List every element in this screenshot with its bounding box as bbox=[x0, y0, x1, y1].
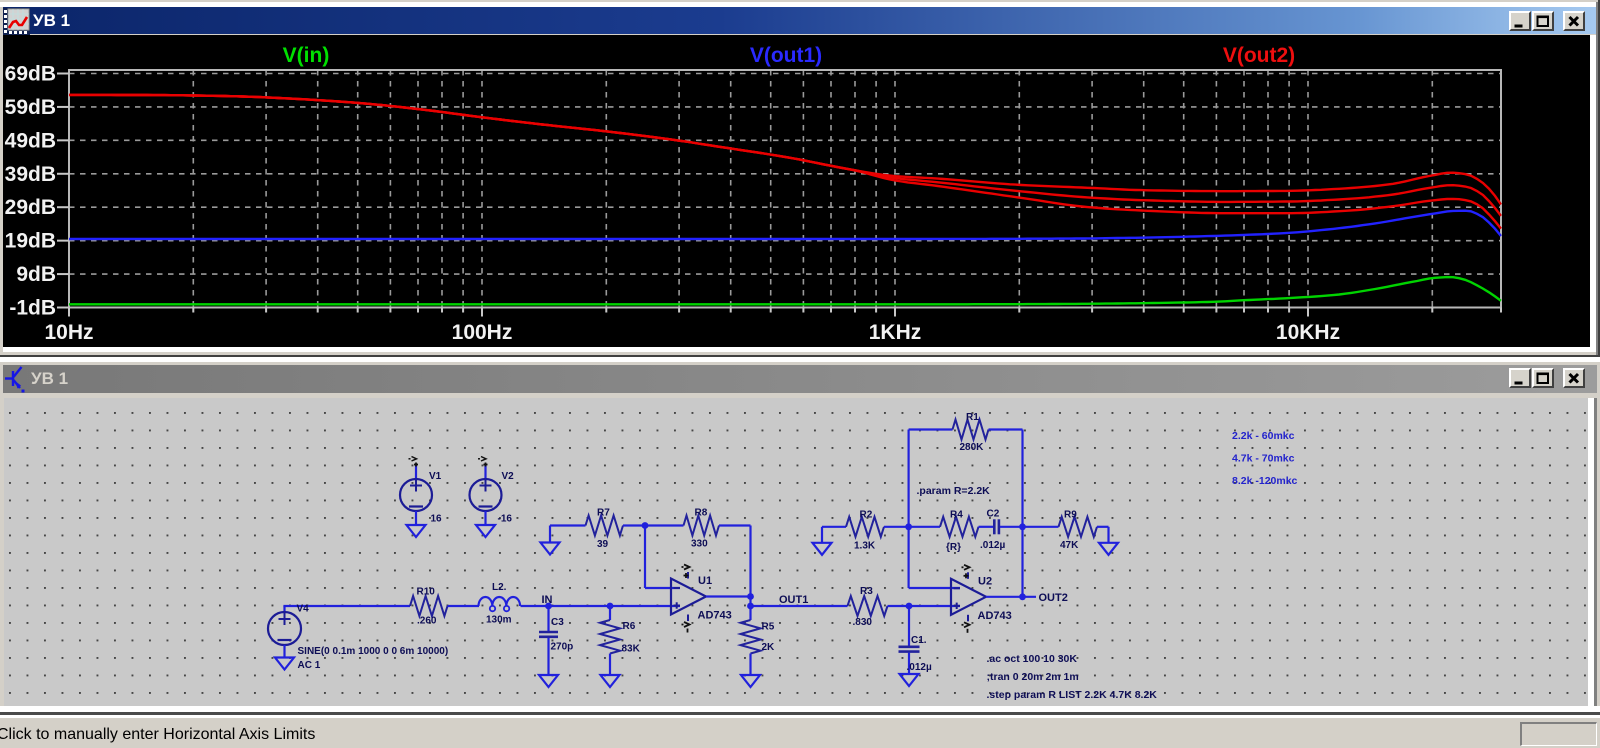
svg-text:83K: 83K bbox=[622, 643, 641, 654]
svg-text:47K: 47K bbox=[1060, 540, 1079, 551]
svg-text:130m: 130m bbox=[486, 614, 512, 625]
svg-text:U1: U1 bbox=[698, 575, 712, 587]
svg-text:AD743: AD743 bbox=[978, 610, 1012, 622]
svg-text:V4: V4 bbox=[297, 603, 310, 614]
svg-text:.830: .830 bbox=[853, 617, 873, 628]
svg-text:29dB: 29dB bbox=[5, 196, 56, 219]
svg-text:19dB: 19dB bbox=[5, 230, 56, 253]
svg-text:AD743: AD743 bbox=[698, 609, 732, 621]
svg-text:4.7k - 70mkc: 4.7k - 70mkc bbox=[1232, 452, 1295, 464]
svg-text:R2: R2 bbox=[860, 509, 873, 520]
svg-text:10Hz: 10Hz bbox=[44, 321, 93, 344]
svg-text:.step param R LIST 2.2K 4.7K 8: .step param R LIST 2.2K 4.7K 8.2K bbox=[987, 689, 1158, 701]
svg-text:1.3K: 1.3K bbox=[854, 540, 876, 551]
svg-text:59dB: 59dB bbox=[5, 96, 56, 119]
svg-text:R10: R10 bbox=[417, 586, 436, 597]
svg-text:.param R=2.2K: .param R=2.2K bbox=[917, 485, 991, 497]
svg-text:R5: R5 bbox=[762, 621, 775, 632]
svg-text:9dB: 9dB bbox=[16, 263, 56, 286]
svg-text:OUT1: OUT1 bbox=[779, 594, 808, 606]
svg-text:49dB: 49dB bbox=[5, 129, 56, 152]
svg-text:R4: R4 bbox=[950, 509, 963, 520]
svg-text:2K: 2K bbox=[762, 642, 776, 653]
svg-text:V(out2): V(out2) bbox=[1223, 44, 1295, 67]
svg-text:R1: R1 bbox=[966, 412, 979, 423]
svg-text:IN: IN bbox=[542, 594, 553, 606]
svg-text:SINE(0 0.1m 1000 0 0 6m 10000): SINE(0 0.1m 1000 0 0 6m 10000) bbox=[298, 646, 449, 657]
svg-text:10KHz: 10KHz bbox=[1276, 321, 1340, 344]
svg-text:39: 39 bbox=[597, 539, 609, 550]
svg-text:U2: U2 bbox=[978, 575, 992, 587]
svg-text:.012µ: .012µ bbox=[980, 540, 1005, 551]
svg-text:AC 1: AC 1 bbox=[298, 660, 321, 671]
svg-text:.ac oct 100 10 30K: .ac oct 100 10 30K bbox=[987, 653, 1078, 665]
svg-text:39dB: 39dB bbox=[5, 163, 56, 186]
svg-text:OUT2: OUT2 bbox=[1039, 592, 1068, 604]
svg-text:;tran 0 20m 2m 1m: ;tran 0 20m 2m 1m bbox=[987, 671, 1079, 683]
svg-text:R9: R9 bbox=[1064, 509, 1077, 520]
svg-text:280K: 280K bbox=[960, 442, 985, 453]
svg-text:330: 330 bbox=[691, 538, 708, 549]
svg-text:R8: R8 bbox=[695, 507, 708, 518]
svg-text:.260: .260 bbox=[417, 615, 437, 626]
svg-text:69dB: 69dB bbox=[5, 63, 56, 86]
svg-text:270p: 270p bbox=[551, 641, 574, 652]
svg-text:{R}: {R} bbox=[946, 542, 961, 553]
svg-text:L2.: L2. bbox=[492, 582, 507, 593]
svg-text:.012µ: .012µ bbox=[907, 662, 932, 673]
svg-text:2.2k - 60mkc: 2.2k - 60mkc bbox=[1232, 430, 1295, 442]
svg-text:C3: C3 bbox=[551, 617, 564, 628]
svg-text:R3: R3 bbox=[860, 586, 873, 597]
svg-text:V(out1): V(out1) bbox=[750, 44, 822, 67]
svg-text:100Hz: 100Hz bbox=[452, 321, 513, 344]
svg-text:R7: R7 bbox=[597, 507, 610, 518]
svg-text:R6: R6 bbox=[623, 621, 636, 632]
svg-text:1KHz: 1KHz bbox=[869, 321, 922, 344]
svg-text:V1: V1 bbox=[429, 471, 442, 482]
svg-text:V2: V2 bbox=[502, 471, 515, 482]
svg-text:8.2k -120mkc: 8.2k -120mkc bbox=[1232, 475, 1298, 487]
svg-text:-1dB: -1dB bbox=[9, 297, 56, 320]
svg-text:16: 16 bbox=[431, 513, 443, 524]
svg-text:C1.: C1. bbox=[911, 635, 927, 646]
svg-text:-16: -16 bbox=[498, 513, 513, 524]
svg-text:C2: C2 bbox=[987, 508, 1000, 519]
svg-text:V(in): V(in) bbox=[283, 44, 330, 67]
